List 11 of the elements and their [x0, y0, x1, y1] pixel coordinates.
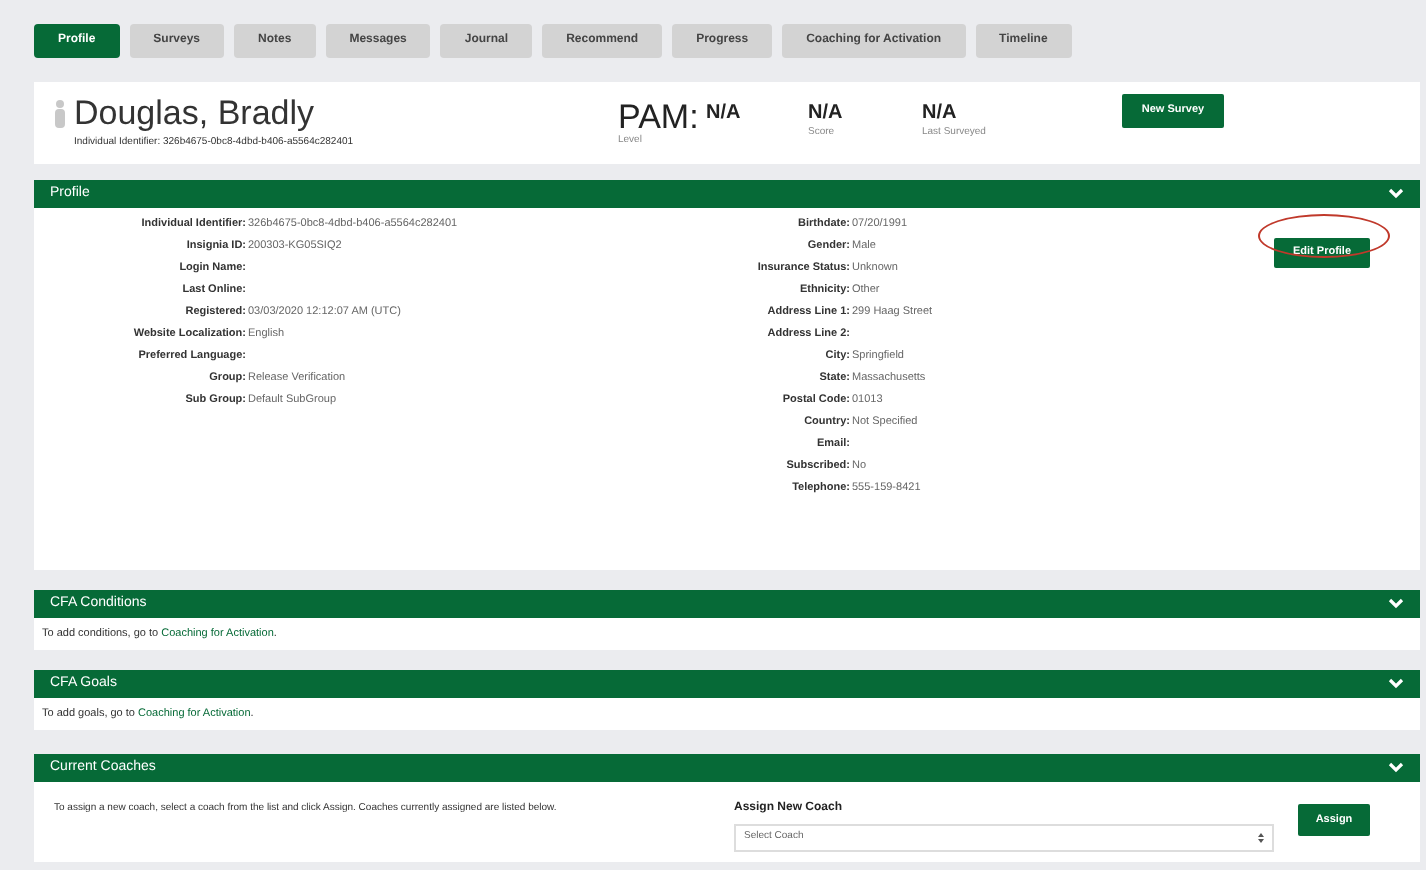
stat-value: N/A	[808, 104, 845, 124]
select-arrows-icon	[1258, 832, 1264, 844]
stat-value: N/A	[706, 104, 743, 124]
pam-label: PAM:	[618, 100, 701, 134]
chevron-down-icon[interactable]	[1388, 678, 1404, 690]
chevron-down-icon[interactable]	[1388, 188, 1404, 200]
patient-name: Douglas, Bradly	[74, 95, 315, 132]
stat-value: N/A	[922, 104, 959, 124]
person-silhouette-icon	[54, 99, 66, 128]
chevron-down-icon[interactable]	[1388, 762, 1404, 774]
chevron-down-icon[interactable]	[1388, 598, 1404, 610]
